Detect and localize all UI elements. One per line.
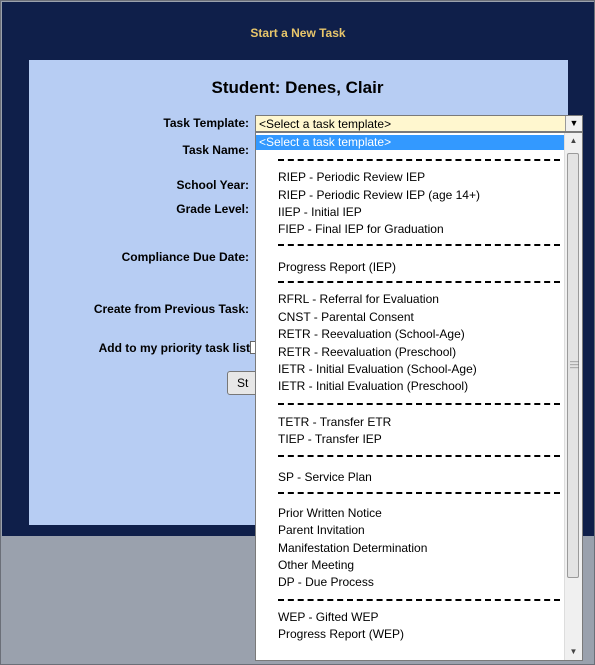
dropdown-separator: [278, 599, 560, 601]
dropdown-separator: [278, 159, 560, 161]
grade-level-label: Grade Level:: [176, 202, 249, 216]
dropdown-option[interactable]: DP - Due Process: [256, 575, 566, 590]
dropdown-option[interactable]: RETR - Reevaluation (School-Age): [256, 327, 566, 342]
dropdown-option[interactable]: FIEP - Final IEP for Graduation: [256, 222, 566, 237]
task-template-select[interactable]: <Select a task template> ▼: [255, 115, 583, 132]
arrow-down-icon[interactable]: ▼: [565, 644, 582, 660]
chevron-down-icon[interactable]: ▼: [565, 116, 582, 131]
dropdown-option[interactable]: WEP - Gifted WEP: [256, 610, 566, 625]
dropdown-option[interactable]: RFRL - Referral for Evaluation: [256, 292, 566, 307]
dropdown-separator: [278, 403, 560, 405]
dropdown-option[interactable]: RIEP - Periodic Review IEP: [256, 170, 566, 185]
dropdown-option[interactable]: <Select a task template>: [256, 135, 566, 150]
grip-icon: — — —: [570, 356, 579, 372]
dropdown-scrollbar[interactable]: ▲ — — — ▼: [564, 133, 582, 660]
dropdown-option[interactable]: Prior Written Notice: [256, 506, 566, 521]
dropdown-separator: [278, 281, 560, 283]
compliance-due-date-label: Compliance Due Date:: [121, 250, 249, 264]
scrollbar-thumb[interactable]: — — —: [567, 153, 579, 578]
dropdown-option[interactable]: Parent Invitation: [256, 523, 566, 538]
dropdown-option[interactable]: Manifestation Determination: [256, 541, 566, 556]
dropdown-option[interactable]: IETR - Initial Evaluation (Preschool): [256, 379, 566, 394]
arrow-up-icon[interactable]: ▲: [565, 133, 582, 149]
task-template-dropdown: <Select a task template> RIEP - Periodic…: [255, 132, 583, 661]
task-name-label: Task Name:: [182, 143, 249, 157]
dialog-header: Start a New Task: [2, 2, 594, 60]
dropdown-option[interactable]: TIEP - Transfer IEP: [256, 432, 566, 447]
dropdown-option[interactable]: Progress Report (IEP): [256, 260, 566, 275]
dropdown-option[interactable]: IETR - Initial Evaluation (School-Age): [256, 362, 566, 377]
task-template-select-value: <Select a task template>: [259, 117, 392, 131]
task-template-label: Task Template:: [163, 116, 249, 130]
dropdown-separator: [278, 455, 560, 457]
dropdown-option[interactable]: Progress Report (WEP): [256, 627, 566, 642]
dropdown-option[interactable]: RETR - Reevaluation (Preschool): [256, 345, 566, 360]
dropdown-option[interactable]: RIEP - Periodic Review IEP (age 14+): [256, 188, 566, 203]
dropdown-option[interactable]: TETR - Transfer ETR: [256, 415, 566, 430]
dialog-title: Start a New Task: [250, 26, 346, 40]
dropdown-separator: [278, 244, 560, 246]
dropdown-option[interactable]: CNST - Parental Consent: [256, 310, 566, 325]
dropdown-option[interactable]: Other Meeting: [256, 558, 566, 573]
priority-task-label: Add to my priority task list: [98, 341, 250, 355]
dropdown-separator: [278, 492, 560, 494]
student-name: Student: Denes, Clair: [211, 78, 384, 97]
dropdown-option[interactable]: SP - Service Plan: [256, 470, 566, 485]
create-from-previous-label: Create from Previous Task:: [93, 302, 249, 316]
dropdown-option[interactable]: IIEP - Initial IEP: [256, 205, 566, 220]
school-year-label: School Year:: [176, 178, 249, 192]
